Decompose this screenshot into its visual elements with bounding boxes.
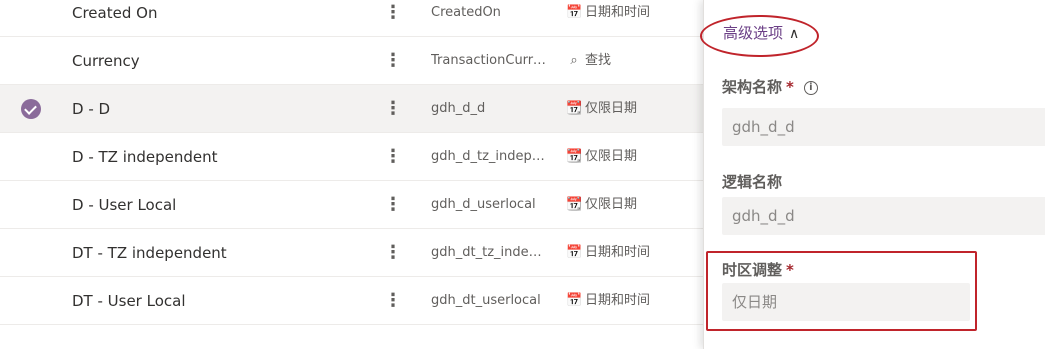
calendar-clock-icon: 📅 bbox=[566, 245, 583, 260]
table-row[interactable]: D - TZ independent ⋮ gdh_d_tz_indepe... 📆 仅限… bbox=[0, 133, 703, 181]
column-data-type: 📆 仅限日期 bbox=[566, 181, 696, 229]
more-options-icon[interactable]: ⋮ bbox=[384, 133, 398, 181]
table-row[interactable]: Currency ⋮ TransactionCurre... ⌕ 查找 bbox=[0, 37, 703, 85]
calendar-icon: 📆 bbox=[566, 101, 583, 116]
data-type-label: 仅限日期 bbox=[585, 101, 638, 116]
more-options-icon[interactable]: ⋮ bbox=[384, 37, 398, 85]
calendar-clock-icon: 📅 bbox=[566, 293, 583, 308]
calendar-icon: 📆 bbox=[566, 149, 583, 164]
logical-name-label: 逻辑名称 bbox=[722, 171, 782, 192]
more-options-icon[interactable]: ⋮ bbox=[384, 85, 398, 133]
data-type-label: 日期和时间 bbox=[585, 5, 651, 20]
column-schema-name: gdh_d_d bbox=[431, 101, 486, 116]
timezone-adjustment-label: 时区调整 * bbox=[722, 259, 794, 280]
column-data-type: 📅 日期和时间 bbox=[566, 229, 696, 277]
schema-name-field[interactable]: gdh_d_d bbox=[722, 108, 1045, 146]
data-type-label: 查找 bbox=[585, 53, 612, 68]
advanced-options-toggle[interactable]: 高级选项 ∧ bbox=[723, 20, 799, 46]
more-options-icon[interactable]: ⋮ bbox=[384, 277, 398, 325]
table-row[interactable]: DT - TZ independent ⋮ gdh_dt_tz_indep... 📅 日… bbox=[0, 229, 703, 277]
column-data-type: ⌕ 查找 bbox=[566, 37, 696, 85]
info-icon[interactable]: i bbox=[803, 81, 818, 95]
schema-name-label: 架构名称 * i bbox=[722, 76, 818, 97]
data-type-label: 日期和时间 bbox=[585, 245, 651, 260]
column-data-type: 📆 仅限日期 bbox=[566, 85, 696, 133]
data-type-label: 仅限日期 bbox=[585, 197, 638, 212]
row-select-checkbox[interactable] bbox=[18, 133, 44, 181]
row-select-checkbox[interactable] bbox=[18, 85, 44, 133]
column-data-type: 📅 日期和时间 bbox=[566, 0, 696, 37]
column-display-name[interactable]: D - D bbox=[72, 85, 372, 133]
column-schema-name: gdh_d_tz_indepe... bbox=[431, 149, 547, 164]
column-schema-name: gdh_dt_tz_indep... bbox=[431, 245, 547, 260]
column-display-name[interactable]: DT - TZ independent bbox=[72, 229, 372, 277]
column-schema-name: TransactionCurre... bbox=[431, 53, 547, 68]
data-type-label: 日期和时间 bbox=[585, 293, 651, 308]
data-type-label: 仅限日期 bbox=[585, 149, 638, 164]
row-select-checkbox[interactable] bbox=[18, 229, 44, 277]
calendar-clock-icon: 📅 bbox=[566, 5, 583, 20]
more-options-icon[interactable]: ⋮ bbox=[384, 181, 398, 229]
more-options-icon[interactable]: ⋮ bbox=[384, 229, 398, 277]
chevron-up-icon: ∧ bbox=[789, 26, 800, 42]
column-schema-name: CreatedOn bbox=[431, 5, 501, 20]
table-row[interactable]: D - User Local ⋮ gdh_d_userlocal 📆 仅限日期 bbox=[0, 181, 703, 229]
checkmark-icon bbox=[21, 99, 41, 119]
column-properties-panel: 高级选项 ∧ 架构名称 * i gdh_d_d 逻辑名称 gdh_d_d 时区调整 * … bbox=[700, 0, 1045, 349]
table-row[interactable]: DT - User Local ⋮ gdh_dt_userlocal 📅 日期和时间 bbox=[0, 277, 703, 325]
table-row[interactable]: Created On ⋮ CreatedOn 📅 日期和时间 bbox=[0, 0, 703, 37]
column-schema-name: gdh_dt_userlocal bbox=[431, 293, 541, 308]
required-marker: * bbox=[786, 261, 794, 279]
logical-name-label-text: 逻辑名称 bbox=[722, 173, 783, 191]
column-display-name[interactable]: Created On bbox=[72, 0, 372, 37]
required-marker: * bbox=[786, 78, 794, 96]
search-icon: ⌕ bbox=[570, 53, 578, 68]
timezone-adjustment-field[interactable]: 仅日期 bbox=[722, 283, 970, 321]
more-options-icon[interactable]: ⋮ bbox=[384, 0, 398, 37]
row-select-checkbox[interactable] bbox=[18, 0, 44, 37]
row-select-checkbox[interactable] bbox=[18, 37, 44, 85]
column-data-type: 📆 仅限日期 bbox=[566, 133, 696, 181]
schema-name-label-text: 架构名称 bbox=[722, 78, 783, 96]
row-select-checkbox[interactable] bbox=[18, 277, 44, 325]
column-data-type: 📅 日期和时间 bbox=[566, 277, 696, 325]
logical-name-field[interactable]: gdh_d_d bbox=[722, 197, 1045, 235]
column-display-name[interactable]: D - User Local bbox=[72, 181, 372, 229]
column-display-name[interactable]: DT - User Local bbox=[72, 277, 372, 325]
advanced-options-label: 高级选项 bbox=[723, 24, 784, 42]
calendar-icon: 📆 bbox=[566, 197, 583, 212]
row-select-checkbox[interactable] bbox=[18, 181, 44, 229]
column-display-name[interactable]: D - TZ independent bbox=[72, 133, 372, 181]
timezone-adjustment-label-text: 时区调整 bbox=[722, 261, 783, 279]
columns-grid: Created On ⋮ CreatedOn 📅 日期和时间 Currency ⋮ Trans… bbox=[0, 0, 703, 349]
table-row[interactable]: D - D ⋮ gdh_d_d 📆 仅限日期 bbox=[0, 85, 703, 133]
column-display-name[interactable]: Currency bbox=[72, 37, 372, 85]
column-schema-name: gdh_d_userlocal bbox=[431, 197, 536, 212]
